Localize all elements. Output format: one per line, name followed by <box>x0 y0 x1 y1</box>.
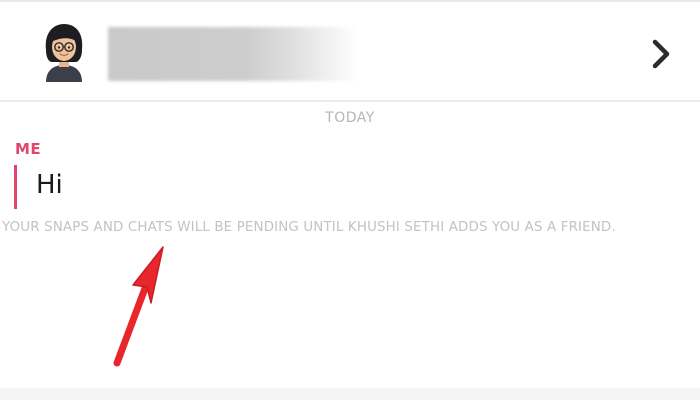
pending-notice: YOUR SNAPS AND CHATS WILL BE PENDING UNT… <box>2 220 616 235</box>
contact-name-redacted[interactable] <box>108 27 358 81</box>
chevron-right-icon[interactable] <box>645 36 677 72</box>
footer-strip <box>0 388 700 400</box>
message-text[interactable]: Hi <box>36 170 63 200</box>
sender-label: ME <box>15 140 42 158</box>
date-separator: TODAY <box>325 110 375 126</box>
message-accent-bar <box>14 165 17 209</box>
bitmoji-avatar-icon[interactable] <box>40 20 88 82</box>
red-arrow-icon <box>95 235 185 375</box>
chat-header <box>0 2 700 102</box>
chat-screen: TODAY ME Hi YOUR SNAPS AND CHATS WILL BE… <box>0 0 700 400</box>
